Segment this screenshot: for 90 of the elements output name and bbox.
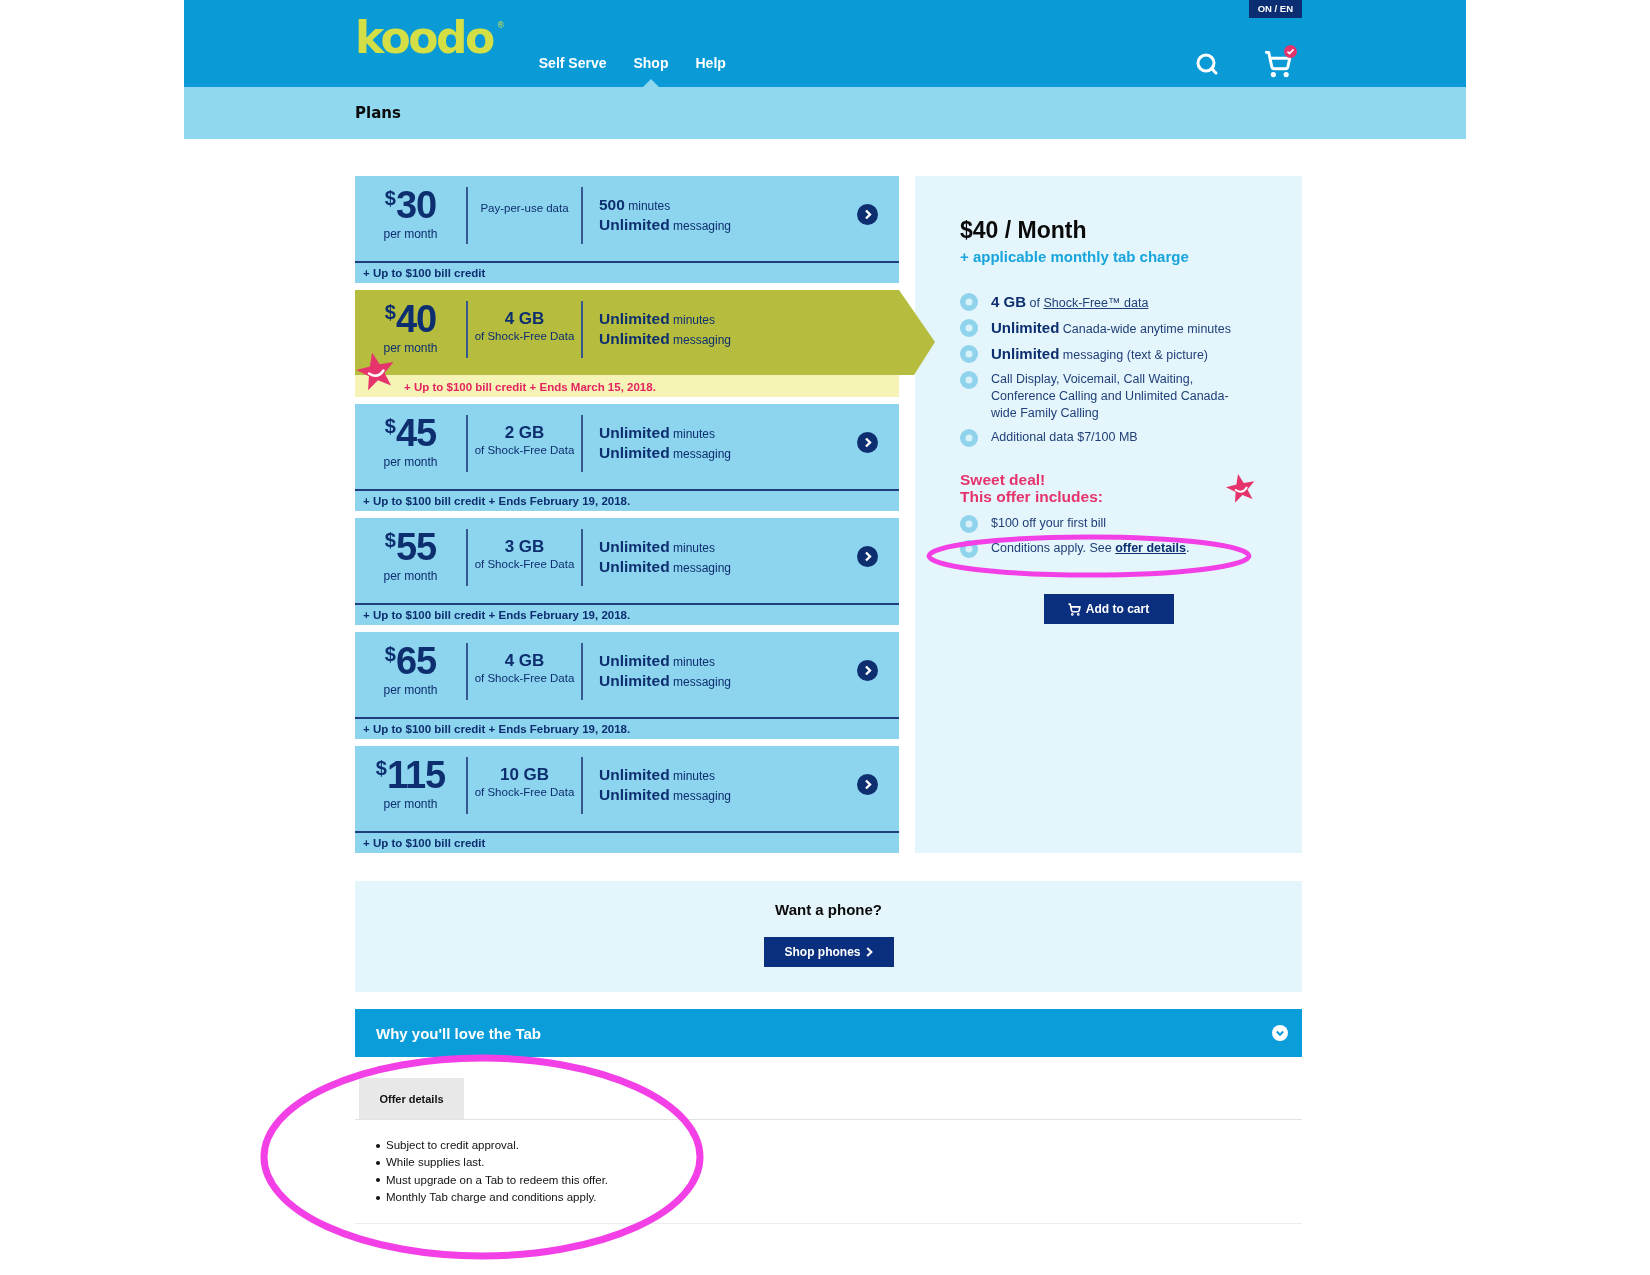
plan-card[interactable]: $55 per month 3 GB of Shock-Free Data Unlimited minutes Unlimited messaging: [355, 518, 899, 603]
offer-condition: Must upgrade on a Tab to redeem this offer.: [386, 1172, 609, 1188]
data-description: Pay-per-use data: [480, 201, 569, 215]
cart-icon: [1067, 602, 1081, 616]
cart-icon[interactable]: [1264, 50, 1292, 78]
tab-charge-note: + applicable monthly tab charge: [960, 248, 1190, 266]
plan-card[interactable]: $30 per month Pay-per-use data 500 minutes Unlimited messaging: [355, 176, 899, 261]
plan-feature-text: 4 GB of Shock-Free™ data: [991, 293, 1149, 312]
plan-price: $30: [384, 185, 437, 225]
data-amount: 10 GB: [499, 765, 550, 785]
check-badge-icon: [1284, 45, 1297, 58]
plan-feature-text: Additional data $7/100 MB: [991, 429, 1138, 446]
plan-feature: Unlimited messaging: [599, 443, 731, 463]
data-amount: 4 GB: [504, 309, 545, 329]
plan-feature: Unlimited messaging: [599, 557, 731, 577]
offer-condition: While supplies last.: [386, 1155, 485, 1171]
bullet-ring-icon: [960, 515, 978, 533]
data-amount: 2 GB: [504, 423, 545, 443]
add-to-cart-button[interactable]: Add to cart: [1043, 594, 1174, 624]
plan-feature-text: Call Display, Voicemail, Call Waiting, Conference Calling and Unlimited Canada-wide Family Calling: [991, 371, 1230, 422]
plan-feature: Unlimited minutes: [599, 766, 715, 785]
bullet-icon: [376, 1195, 380, 1200]
plan-feature: Unlimited minutes: [599, 310, 715, 329]
shock-free-link[interactable]: Shock-Free™ data: [1043, 296, 1149, 310]
data-description: of Shock-Free Data: [474, 671, 575, 685]
price-period: per month: [383, 683, 438, 697]
plan-feature: Unlimited messaging: [599, 671, 731, 691]
offer-item-text: Conditions apply. See offer details.: [991, 540, 1190, 557]
plan-feature-text: Unlimited messaging (text & picture): [991, 345, 1209, 364]
data-description: of Shock-Free Data: [474, 785, 575, 799]
bullet-ring-icon: [960, 293, 978, 311]
circled-chevron-icon[interactable]: [857, 204, 878, 225]
price-period: per month: [383, 455, 438, 469]
bill-credit-banner: + Up to $100 bill credit + Ends February 19, 2018.: [355, 489, 899, 511]
plan-feature-text: Unlimited Canada-wide anytime minutes: [991, 319, 1231, 338]
bullet-ring-icon: [960, 371, 978, 389]
bill-credit-banner: + Up to $100 bill credit + Ends March 15, 2018.: [355, 375, 899, 397]
plan-detail-title: $40 / Month: [960, 216, 1088, 244]
language-toggle[interactable]: ON / EN: [1248, 0, 1302, 18]
bill-credit-banner: + Up to $100 bill credit + Ends February 19, 2018.: [355, 717, 899, 739]
data-description: of Shock-Free Data: [474, 329, 575, 343]
bullet-icon: [376, 1178, 380, 1183]
plan-feature: Unlimited minutes: [599, 424, 715, 443]
price-period: per month: [383, 797, 438, 811]
chevron-right-icon: [865, 947, 873, 957]
shop-phones-button[interactable]: Shop phones: [763, 937, 894, 967]
circled-chevron-icon[interactable]: [857, 546, 878, 567]
price-period: per month: [383, 227, 438, 241]
data-amount: 4 GB: [504, 651, 545, 671]
offer-item-text: $100 off your first bill: [991, 515, 1107, 532]
plan-price: $55: [384, 527, 437, 567]
price-period: per month: [383, 569, 438, 583]
bill-credit-banner: + Up to $100 bill credit + Ends February 19, 2018.: [355, 603, 899, 625]
plan-card[interactable]: $40 per month 4 GB of Shock-Free Data Unlimited minutes Unlimited messaging: [355, 290, 935, 375]
bill-credit-banner: + Up to $100 bill credit: [355, 831, 899, 853]
offer-condition: Monthly Tab charge and conditions apply.: [386, 1189, 597, 1205]
plan-feature: Unlimited messaging: [599, 215, 731, 235]
data-amount: 3 GB: [504, 537, 545, 557]
plan-price: $115: [375, 755, 446, 795]
offer-condition: Subject to credit approval.: [386, 1138, 519, 1153]
page-title: Plans: [355, 104, 401, 122]
search-icon[interactable]: [1195, 52, 1219, 76]
bullet-icon: [376, 1143, 380, 1148]
plan-price: $45: [384, 413, 437, 453]
plan-card[interactable]: $115 per month 10 GB of Shock-Free Data Unlimited minutes Unlimited messaging: [355, 746, 899, 831]
data-description: of Shock-Free Data: [474, 557, 575, 571]
plan-feature: Unlimited messaging: [599, 329, 731, 349]
circled-chevron-icon[interactable]: [857, 660, 878, 681]
price-period: per month: [383, 341, 438, 355]
plan-price: $40: [384, 299, 437, 339]
plan-feature: 500 minutes: [599, 196, 671, 215]
plan-feature: Unlimited minutes: [599, 538, 715, 557]
circled-chevron-icon[interactable]: [857, 774, 878, 795]
circled-chevron-icon[interactable]: [857, 432, 878, 453]
bullet-ring-icon: [960, 319, 978, 337]
bullet-icon: [376, 1160, 380, 1165]
data-description: of Shock-Free Data: [474, 443, 575, 457]
star-icon: [1225, 472, 1257, 504]
bullet-ring-icon: [960, 345, 978, 363]
bullet-ring-icon: [960, 429, 978, 447]
offer-details-tab[interactable]: Offer details: [359, 1078, 464, 1119]
promo-title: Want a phone?: [775, 901, 882, 919]
plan-price: $65: [384, 641, 437, 681]
plan-feature: Unlimited messaging: [599, 785, 731, 805]
plan-feature: Unlimited minutes: [599, 652, 715, 671]
plan-card[interactable]: $45 per month 2 GB of Shock-Free Data Unlimited minutes Unlimited messaging: [355, 404, 899, 489]
offer-heading: Sweet deal! This offer includes:: [960, 471, 1103, 505]
bill-credit-banner: + Up to $100 bill credit: [355, 261, 899, 283]
bullet-ring-icon: [960, 540, 978, 558]
plan-card[interactable]: $65 per month 4 GB of Shock-Free Data Unlimited minutes Unlimited messaging: [355, 632, 899, 717]
